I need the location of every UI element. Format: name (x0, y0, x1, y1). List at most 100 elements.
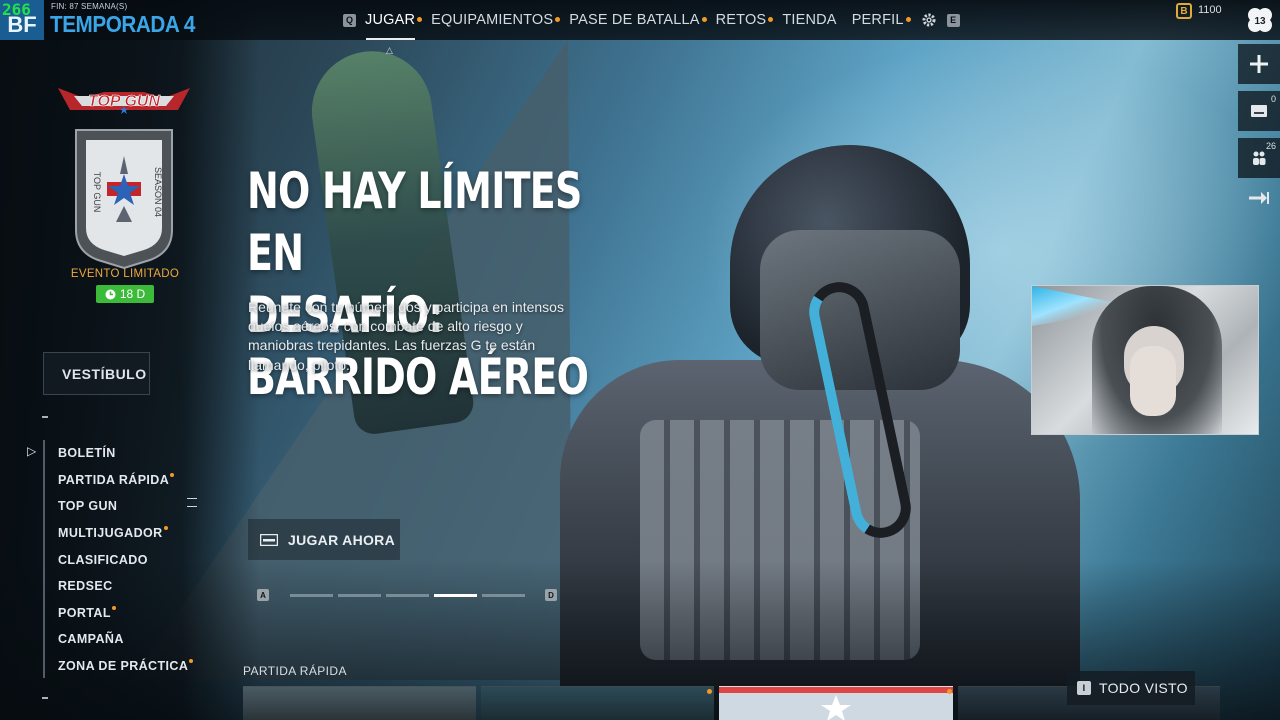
sidebar-item-label: BOLETÍN (58, 446, 116, 461)
scroll-indicator (187, 498, 197, 507)
sidebar-item-label: REDSEC (58, 579, 113, 594)
currency-icon: B (1176, 3, 1192, 19)
pager-segment[interactable] (290, 593, 333, 597)
tab-label: JUGAR (365, 12, 416, 28)
divider (42, 416, 48, 418)
pager-segment[interactable] (482, 593, 525, 597)
event-badge[interactable]: TOP GUN TOP GUN SEASON 04 (54, 82, 194, 272)
sidebar-item-label: TOP GUN (58, 499, 118, 514)
tab-equipamientos[interactable]: EQUIPAMIENTOS (431, 12, 561, 28)
pager-segment[interactable] (338, 593, 381, 597)
sidebar-item-zona-de-practica[interactable]: ZONA DE PRÁCTICA (58, 653, 194, 680)
play-now-button[interactable]: JUGAR AHORA (248, 519, 400, 560)
star-emblem-icon (821, 695, 851, 720)
squad-count: 26 (1265, 141, 1276, 151)
mode-card[interactable] (719, 686, 953, 720)
pager-next-key[interactable]: D (545, 589, 557, 601)
event-timer-value: 18 D (119, 287, 146, 301)
squad-button[interactable]: 26 (1238, 138, 1280, 178)
sidebar-item-boletin[interactable]: BOLETÍN (58, 440, 193, 467)
tab-tienda[interactable]: TIENDA (782, 12, 836, 28)
tab-label: TIENDA (782, 12, 837, 28)
seen-label: TODO VISTO (1099, 680, 1188, 696)
season-title[interactable]: TEMPORADA 4 (50, 11, 195, 38)
carousel-pager: A D (257, 589, 557, 601)
sidebar-header-vestibulo[interactable]: VESTÍBULO (43, 352, 150, 395)
sidebar-item-clasificado[interactable]: CLASIFICADO (58, 546, 193, 573)
mail-button[interactable]: 0 (1238, 91, 1280, 131)
clover-icon: 13 (1248, 8, 1272, 32)
add-friend-button[interactable] (1238, 44, 1280, 84)
sidebar-item-label: ZONA DE PRÁCTICA (58, 659, 189, 674)
play-now-label: JUGAR AHORA (288, 531, 396, 548)
notification-dot (905, 16, 911, 22)
notification-dot (163, 526, 168, 531)
tab-label: PASE DE BATALLA (569, 12, 700, 28)
sidebar-item-multijugador[interactable]: MULTIJUGADOR (58, 520, 193, 547)
mode-card[interactable] (481, 686, 714, 720)
mark-all-seen-button[interactable]: I TODO VISTO (1067, 671, 1195, 705)
selected-arrow-icon: ▷ (27, 444, 37, 458)
caret-up-icon: △ (386, 45, 393, 55)
sidebar-item-label: CAMPAÑA (58, 632, 124, 647)
pager-segment-active[interactable] (434, 593, 477, 597)
gear-icon[interactable] (921, 12, 937, 28)
tab-label: PERFIL (851, 12, 904, 28)
exit-icon (1249, 192, 1269, 204)
mail-icon (1251, 105, 1267, 117)
nav-prev-key: Q (343, 13, 356, 27)
sidebar-item-label: CLASIFICADO (58, 552, 148, 567)
hero-description: Reúnete con tu número dos y participa en… (248, 299, 564, 373)
sidebar-item-partida-rapida[interactable]: PARTIDA RÁPIDA (58, 467, 193, 494)
main-nav: Q JUGAR EQUIPAMIENTOS PASE DE BATALLA RE… (343, 0, 960, 40)
sidebar-list: BOLETÍN PARTIDA RÁPIDA TOP GUN MULTIJUGA… (58, 440, 194, 680)
webcam-overlay (1031, 285, 1259, 435)
notification-dot (768, 16, 774, 22)
mode-card[interactable] (243, 686, 476, 720)
notification-dot (947, 689, 952, 694)
event-timer: 18 D (96, 285, 154, 303)
player-level: 13 (1254, 16, 1266, 27)
player-level-emblem[interactable]: 13 (1240, 0, 1280, 40)
divider (42, 697, 48, 699)
pager-segment[interactable] (386, 593, 429, 597)
sidebar-item-campana[interactable]: CAMPAÑA (58, 626, 193, 653)
svg-text:SEASON 04: SEASON 04 (153, 167, 163, 217)
notification-dot (555, 16, 561, 22)
active-tab-underline (366, 38, 415, 40)
sidebar-item-portal[interactable]: PORTAL (58, 600, 193, 627)
currency-value[interactable]: 1100 (1198, 4, 1222, 16)
clock-icon (105, 289, 116, 299)
notification-dot (701, 16, 707, 22)
hero-title-line: NO HAY LÍMITES EN (247, 162, 582, 282)
pager-prev-key[interactable]: A (257, 589, 269, 601)
top-gun-badge-icon: TOP GUN TOP GUN SEASON 04 (58, 88, 190, 270)
sidebar-rail (43, 440, 45, 678)
notification-dot (189, 659, 194, 664)
nav-next-key: E (946, 13, 960, 27)
notification-dot (707, 689, 712, 694)
notification-dot (417, 16, 423, 22)
season-remaining: FIN: 87 SEMANA(S) (51, 2, 128, 11)
tab-label: RETOS (715, 12, 767, 28)
keyboard-key-icon (260, 533, 278, 546)
notification-dot (170, 472, 175, 477)
event-limited-label: EVENTO LIMITADO (70, 268, 180, 280)
section-label-partida-rapida: PARTIDA RÁPIDA (243, 664, 347, 678)
sidebar-item-label: MULTIJUGADOR (58, 526, 163, 541)
squad-icon (1253, 151, 1266, 165)
tab-label: EQUIPAMIENTOS (431, 12, 554, 28)
svg-text:TOP GUN: TOP GUN (92, 172, 102, 213)
sidebar-item-top-gun[interactable]: TOP GUN (58, 493, 193, 520)
tab-retos[interactable]: RETOS (716, 12, 774, 28)
exit-button[interactable] (1238, 178, 1280, 218)
fps-counter: 266 (2, 0, 31, 19)
tab-jugar[interactable]: JUGAR (365, 12, 423, 28)
sidebar-item-label: PORTAL (58, 605, 111, 620)
tab-perfil[interactable]: PERFIL (852, 12, 911, 28)
tab-pase-de-batalla[interactable]: PASE DE BATALLA (569, 12, 707, 28)
notification-dot (111, 605, 116, 610)
seen-key: I (1077, 681, 1091, 695)
sidebar-item-redsec[interactable]: REDSEC (58, 573, 193, 600)
mail-count: 0 (1270, 94, 1276, 104)
